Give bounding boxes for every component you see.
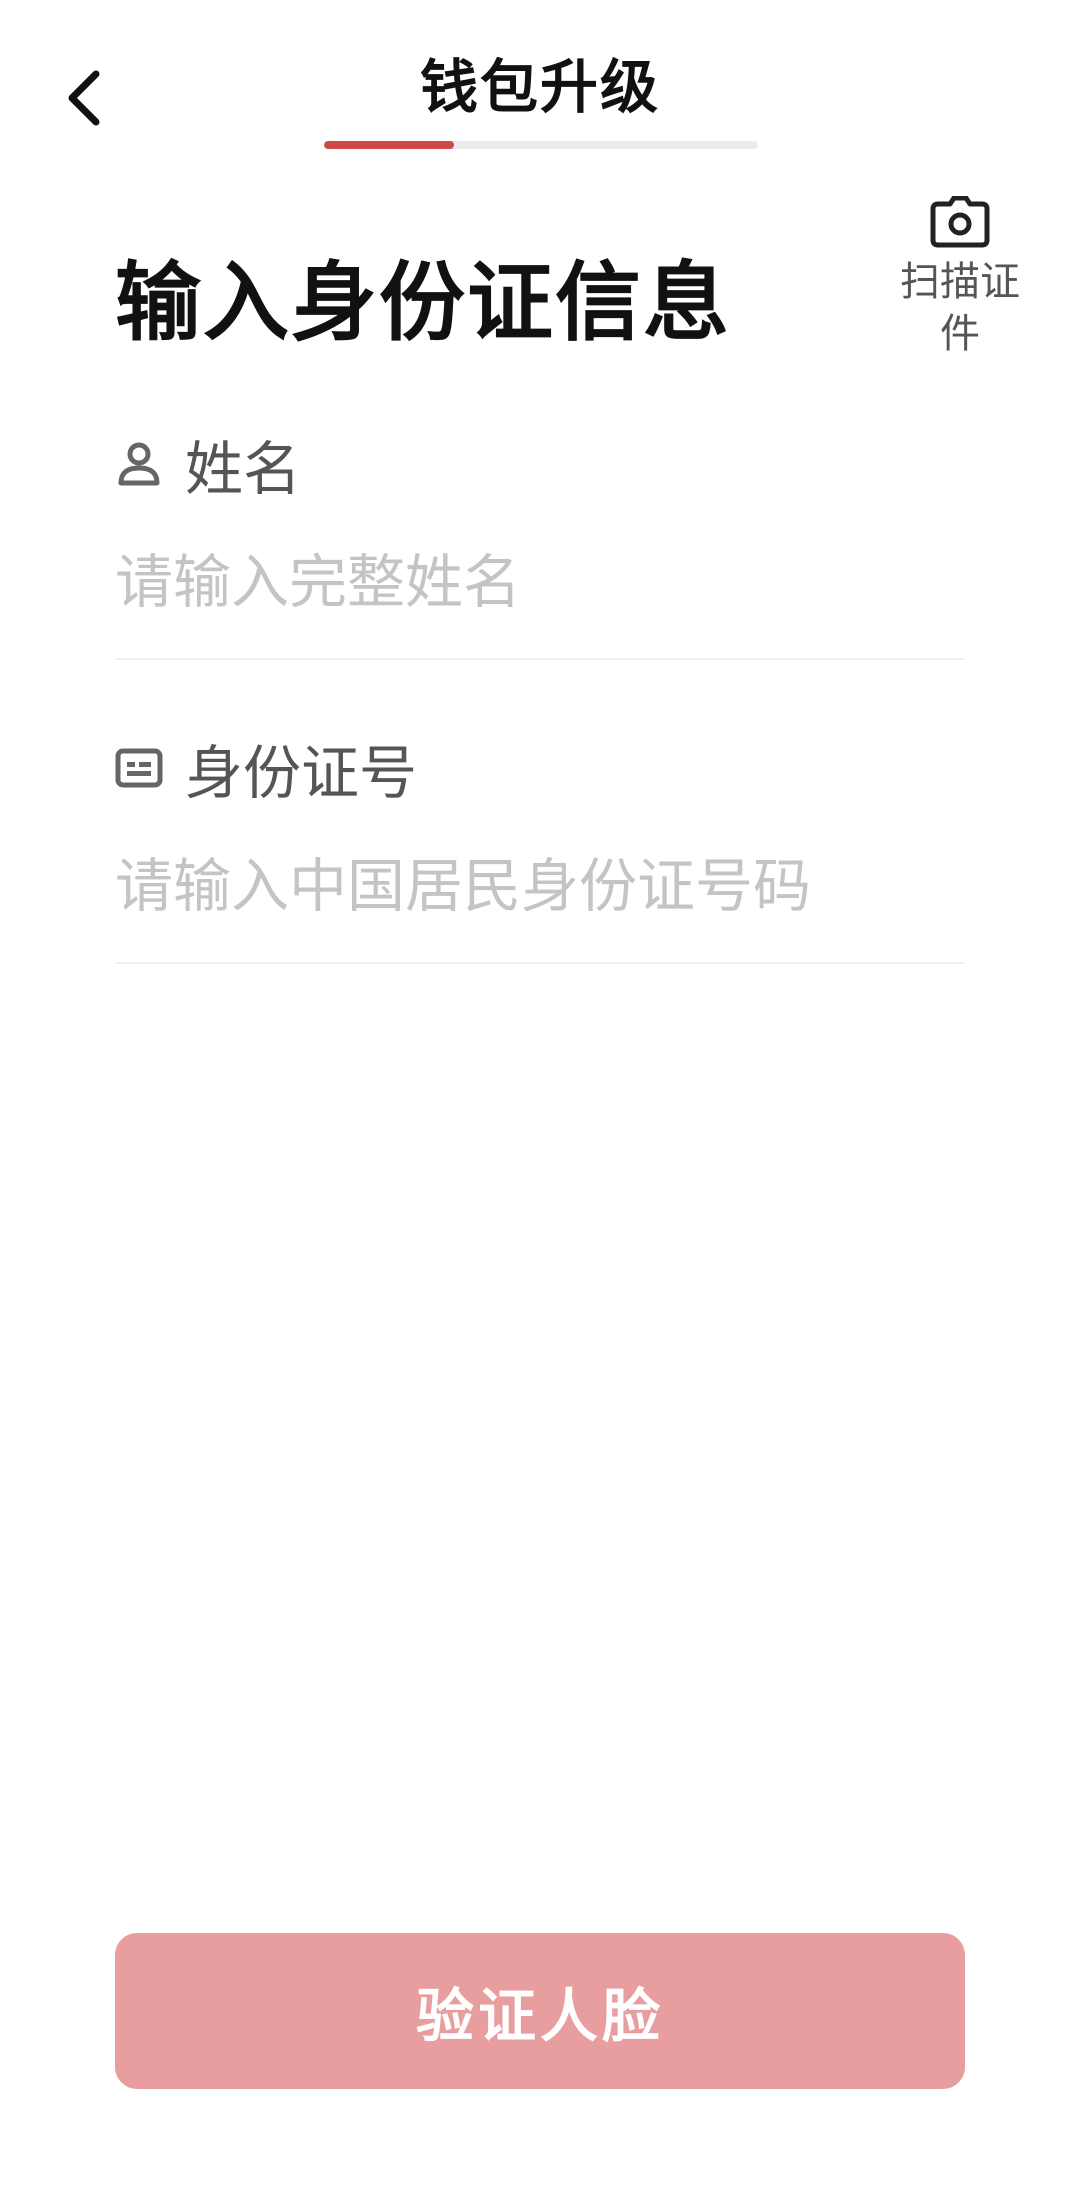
name-input[interactable] — [115, 542, 965, 622]
progress-bar — [324, 141, 758, 149]
name-field: 姓名 — [115, 424, 965, 660]
id-number-label: 身份证号 — [185, 739, 418, 807]
scan-id-button[interactable]: 扫描证件 — [880, 196, 1040, 360]
section-title: 输入身份证信息 — [115, 253, 731, 353]
id-number-input[interactable] — [115, 846, 965, 926]
page-title: 钱包升级 — [419, 53, 660, 121]
id-number-field-label-row: 身份证号 — [115, 728, 965, 808]
header: 钱包升级 — [0, 0, 1080, 160]
scan-id-label: 扫描证件 — [900, 259, 1020, 357]
name-label: 姓名 — [185, 435, 302, 503]
name-field-label-row: 姓名 — [115, 424, 965, 504]
id-number-field: 身份证号 — [115, 728, 965, 964]
id-number-divider — [115, 962, 965, 964]
name-divider — [115, 658, 965, 660]
user-icon — [115, 440, 163, 488]
id-card-icon — [115, 744, 163, 792]
camera-icon — [930, 196, 990, 248]
progress-bar-fill — [324, 141, 455, 149]
verify-face-button[interactable]: 验证人脸 — [115, 1933, 965, 2089]
